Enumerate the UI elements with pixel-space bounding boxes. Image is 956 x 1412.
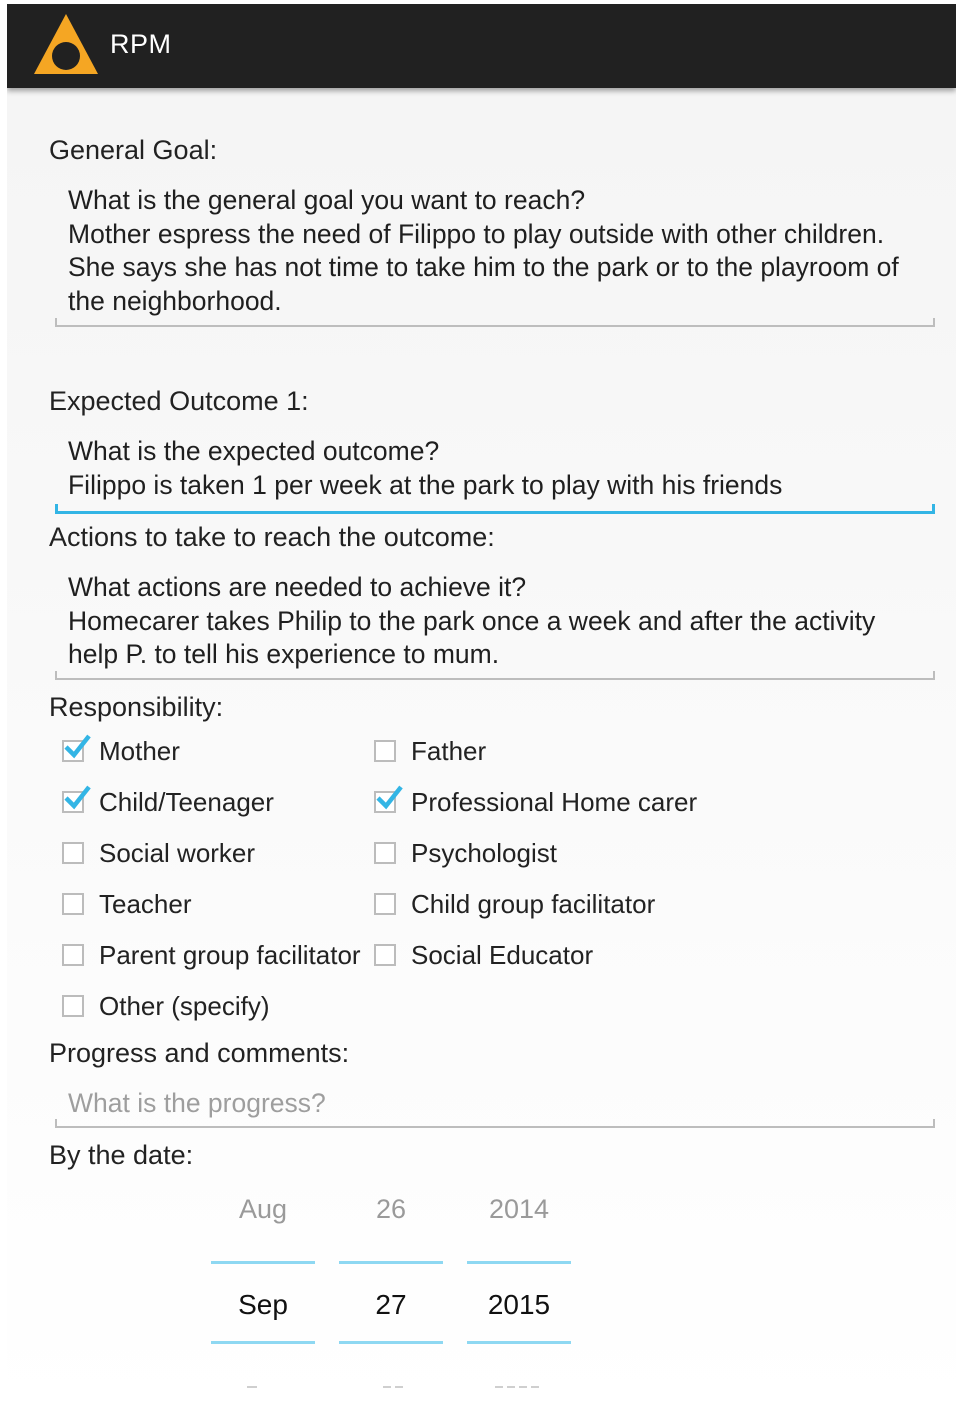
checkbox-box[interactable] bbox=[374, 842, 396, 864]
checkbox-father[interactable]: Father bbox=[374, 731, 486, 771]
checkbox-child-teenager[interactable]: Child/Teenager bbox=[62, 782, 274, 822]
checkbox-mother[interactable]: Mother bbox=[62, 731, 180, 771]
expected-outcome-text: What is the expected outcome? Filippo is… bbox=[68, 436, 783, 500]
action-bar: RPM bbox=[7, 4, 956, 88]
checkbox-social-educator[interactable]: Social Educator bbox=[374, 935, 593, 975]
checkbox-box[interactable] bbox=[374, 785, 403, 813]
checkmark-icon bbox=[64, 785, 91, 810]
checkbox-psychologist[interactable]: Psychologist bbox=[374, 833, 557, 873]
progress-label: Progress and comments: bbox=[49, 1038, 350, 1068]
expected-outcome-label: Expected Outcome 1: bbox=[49, 386, 309, 416]
progress-input[interactable]: What is the progress? bbox=[55, 1087, 935, 1128]
checkmark-icon bbox=[376, 785, 403, 810]
checkbox-label: Social Educator bbox=[411, 939, 594, 970]
progress-placeholder: What is the progress? bbox=[68, 1088, 326, 1118]
day-selected[interactable]: 27 bbox=[339, 1289, 443, 1321]
checkbox-label: Social worker bbox=[99, 837, 256, 868]
checkbox-child-group-facilitator[interactable]: Child group facilitator bbox=[374, 884, 655, 924]
checkbox-label: Teacher bbox=[99, 888, 192, 919]
day-prev[interactable]: 26 bbox=[339, 1194, 443, 1225]
checkbox-parent-group-facilitator[interactable]: Parent group facilitator bbox=[62, 935, 361, 975]
month-divider-bottom bbox=[211, 1341, 315, 1344]
checkbox-box[interactable] bbox=[62, 734, 91, 762]
checkbox-professional-home-carer[interactable]: Professional Home carer bbox=[374, 782, 697, 822]
year-prev[interactable]: 2014 bbox=[467, 1194, 571, 1225]
checkbox-label: Parent group facilitator bbox=[99, 939, 361, 970]
checkbox-social-worker[interactable]: Social worker bbox=[62, 833, 255, 873]
checkbox-box[interactable] bbox=[374, 893, 396, 915]
general-goal-label: General Goal: bbox=[49, 135, 218, 165]
checkbox-label: Child group facilitator bbox=[411, 888, 656, 919]
checkbox-label: Psychologist bbox=[411, 837, 557, 868]
checkbox-box[interactable] bbox=[374, 740, 396, 762]
year-divider-bottom bbox=[467, 1341, 571, 1344]
year-divider-top bbox=[467, 1261, 571, 1264]
actions-field[interactable]: What actions are needed to achieve it? H… bbox=[55, 571, 935, 680]
day-divider-top bbox=[339, 1261, 443, 1264]
checkbox-label: Father bbox=[411, 735, 487, 766]
checkbox-box[interactable] bbox=[62, 893, 84, 915]
checkbox-box[interactable] bbox=[62, 944, 84, 966]
screen: RPM General Goal: What is the general go… bbox=[7, 4, 956, 1412]
actions-text: What actions are needed to achieve it? H… bbox=[68, 572, 876, 669]
expected-outcome-field[interactable]: What is the expected outcome? Filippo is… bbox=[55, 435, 935, 514]
checkbox-label: Other (specify) bbox=[99, 990, 270, 1021]
checkbox-box[interactable] bbox=[62, 995, 84, 1017]
checkbox-box[interactable] bbox=[62, 842, 84, 864]
checkbox-box[interactable] bbox=[62, 785, 91, 813]
next-row-fade bbox=[247, 1386, 539, 1388]
checkbox-label: Mother bbox=[99, 735, 180, 766]
general-goal-text: What is the general goal you want to rea… bbox=[68, 185, 899, 316]
general-goal-field[interactable]: What is the general goal you want to rea… bbox=[55, 184, 935, 327]
rpm-logo-icon[interactable] bbox=[32, 12, 100, 76]
checkbox-other-specify[interactable]: Other (specify) bbox=[62, 986, 270, 1026]
actions-label: Actions to take to reach the outcome: bbox=[49, 522, 495, 552]
checkmark-icon bbox=[64, 734, 91, 759]
year-selected[interactable]: 2015 bbox=[467, 1289, 571, 1321]
date-label: By the date: bbox=[49, 1140, 194, 1170]
month-prev[interactable]: Aug bbox=[211, 1194, 315, 1225]
checkbox-teacher[interactable]: Teacher bbox=[62, 884, 192, 924]
checkbox-label: Professional Home carer bbox=[411, 786, 698, 817]
day-divider-bottom bbox=[339, 1341, 443, 1344]
month-divider-top bbox=[211, 1261, 315, 1264]
checkbox-label: Child/Teenager bbox=[99, 786, 274, 817]
month-selected[interactable]: Sep bbox=[211, 1289, 315, 1321]
app-title: RPM bbox=[110, 29, 172, 59]
checkbox-box[interactable] bbox=[374, 944, 396, 966]
responsibility-label: Responsibility: bbox=[49, 692, 224, 722]
